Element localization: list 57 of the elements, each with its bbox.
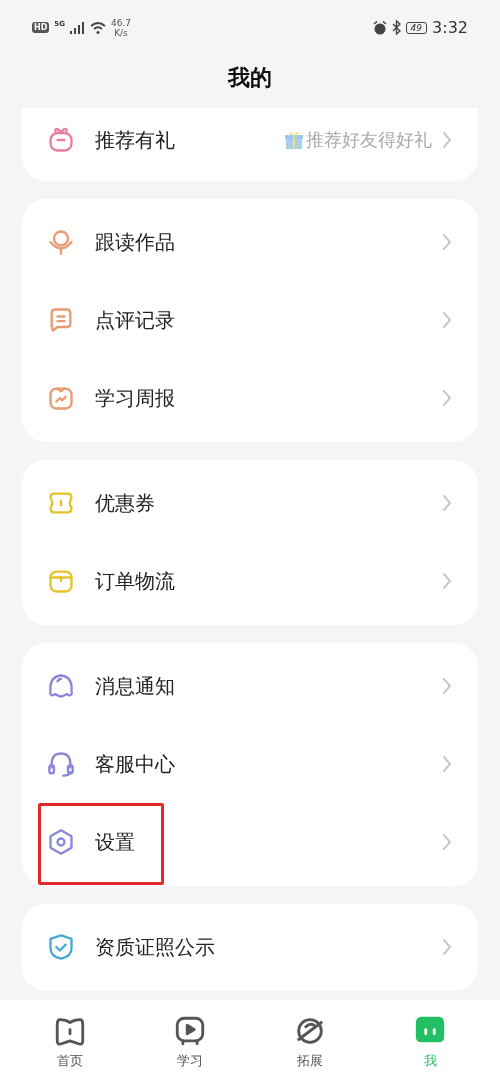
tab-label: 我	[423, 1052, 437, 1070]
menu-label: 资质证照公示	[95, 933, 216, 961]
speed-value: 46.7	[110, 17, 131, 28]
bluetooth-icon	[391, 20, 401, 35]
menu-label: 优惠券	[95, 489, 156, 517]
page-title: 我的	[228, 63, 272, 92]
menu-item[interactable]: 跟读作品	[22, 203, 478, 281]
report-icon	[47, 384, 75, 412]
hd-badge: HD	[32, 22, 50, 33]
menu-item[interactable]: 资质证照公示	[22, 908, 478, 986]
wifi-icon	[89, 21, 106, 34]
chevron-right-icon	[442, 572, 452, 590]
menu-item[interactable]: 消息通知	[22, 647, 478, 725]
chevron-right-icon	[442, 677, 452, 695]
menu-label: 设置	[95, 828, 136, 856]
speed-unit: K/s	[114, 27, 128, 38]
menu-label: 跟读作品	[95, 228, 176, 256]
menu-item[interactable]: 客服中心	[22, 725, 478, 803]
menu-item[interactable]: 设置	[22, 803, 478, 881]
menu-label: 订单物流	[95, 567, 176, 595]
menu-item[interactable]: 点评记录	[22, 281, 478, 359]
gift-box-icon	[47, 126, 75, 154]
tab-label: 拓展	[297, 1052, 323, 1070]
menu-label: 学习周报	[95, 384, 176, 412]
menu-item[interactable]: 推荐有礼 推荐好友得好礼	[22, 108, 478, 176]
headset-icon	[47, 750, 75, 778]
ghost-icon	[47, 672, 75, 700]
chevron-right-icon	[442, 938, 452, 956]
gift-icon	[284, 130, 304, 150]
menu-label: 点评记录	[95, 306, 176, 334]
menu-item[interactable]: 订单物流	[22, 542, 478, 620]
settings-icon	[47, 828, 75, 856]
chevron-right-icon	[442, 131, 452, 149]
shield-check-icon	[47, 933, 75, 961]
microphone-icon	[47, 228, 75, 256]
chevron-right-icon	[442, 833, 452, 851]
menu-item[interactable]: 学习周报	[22, 359, 478, 437]
menu-label: 推荐有礼	[95, 126, 176, 154]
chevron-right-icon	[442, 389, 452, 407]
tab-item[interactable]: 拓展	[270, 1000, 350, 1084]
tab-item[interactable]: 学习	[150, 1000, 230, 1084]
clock-time: 3:32	[432, 18, 468, 37]
chevron-right-icon	[442, 233, 452, 251]
menu-hint: 推荐好友得好礼	[306, 128, 432, 152]
alarm-icon	[372, 20, 387, 35]
signal-icon	[69, 21, 85, 34]
battery-level: 49	[405, 21, 428, 34]
menu-label: 消息通知	[95, 672, 176, 700]
play-tv-icon	[173, 1014, 207, 1048]
chevron-right-icon	[442, 755, 452, 773]
chevron-right-icon	[442, 494, 452, 512]
tab-label: 学习	[177, 1052, 203, 1070]
menu-item[interactable]: 优惠券	[22, 464, 478, 542]
tab-item[interactable]: 首页	[30, 1000, 110, 1084]
tab-label: 首页	[57, 1052, 83, 1070]
menu-label: 客服中心	[95, 750, 176, 778]
chevron-right-icon	[442, 311, 452, 329]
